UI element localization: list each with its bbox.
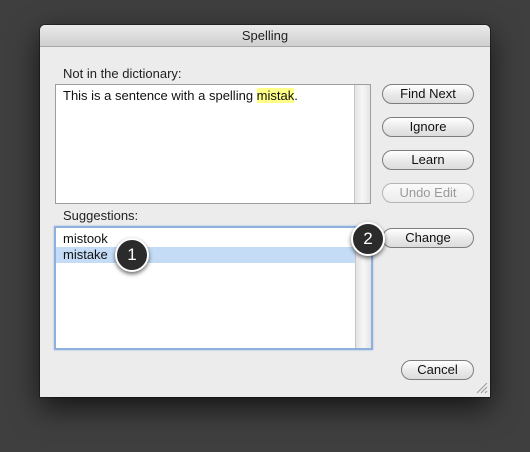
sentence-after: .: [294, 88, 298, 103]
find-next-button[interactable]: Find Next: [382, 84, 474, 104]
suggestion-item[interactable]: mistook: [56, 231, 355, 247]
resize-grip-icon[interactable]: [474, 380, 488, 394]
sentence-text-area[interactable]: This is a sentence with a spelling mista…: [55, 84, 371, 204]
change-button[interactable]: Change: [382, 228, 474, 248]
callout-badge-1: 1: [115, 238, 149, 272]
undo-edit-button[interactable]: Undo Edit: [382, 183, 474, 203]
learn-button[interactable]: Learn: [382, 150, 474, 170]
ignore-button[interactable]: Ignore: [382, 117, 474, 137]
suggestions-label: Suggestions:: [63, 208, 139, 223]
cancel-button[interactable]: Cancel: [401, 360, 474, 380]
callout-badge-2: 2: [351, 222, 385, 256]
suggestion-item-selected[interactable]: mistake: [56, 247, 355, 263]
misspelled-word: mistak: [256, 88, 295, 103]
not-in-dictionary-label: Not in the dictionary:: [63, 66, 182, 81]
sentence-text: This is a sentence with a spelling mista…: [63, 88, 298, 103]
suggestions-list[interactable]: mistook mistake: [54, 226, 373, 350]
sentence-before: This is a sentence with a spelling: [63, 88, 257, 103]
sentence-scrollbar[interactable]: [354, 85, 370, 203]
dialog-title: Spelling: [40, 25, 490, 47]
